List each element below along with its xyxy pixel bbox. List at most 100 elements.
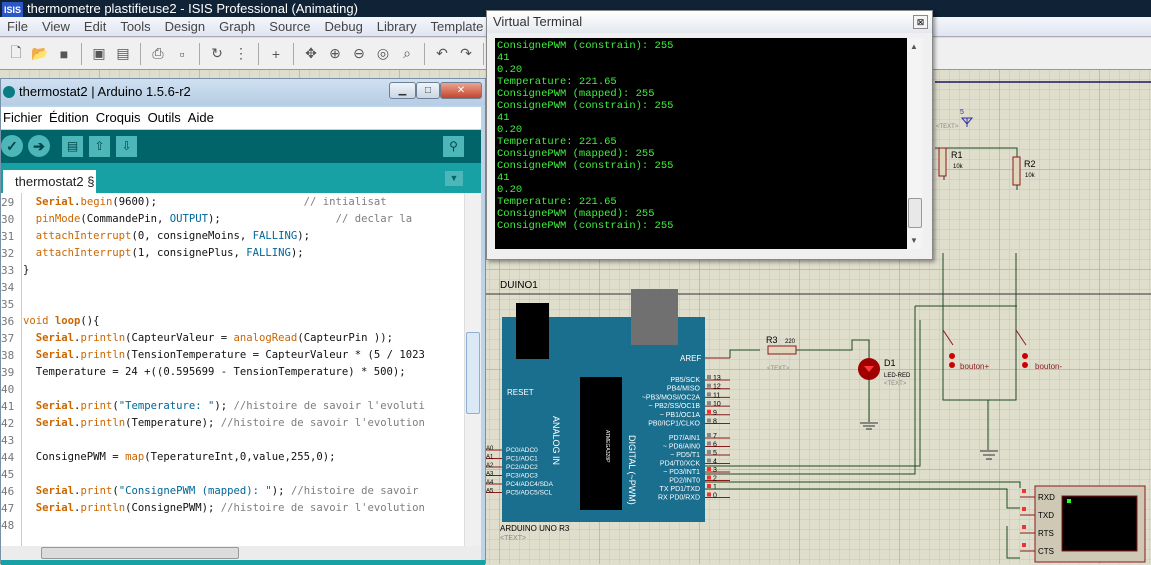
terminal-close-button[interactable]: ⊠: [913, 15, 928, 29]
close-button[interactable]: ✕: [440, 82, 482, 99]
zoom-out-icon[interactable]: ⊖: [349, 44, 369, 64]
import-icon[interactable]: ▣: [89, 44, 109, 64]
code-token: "ConsignePWM (mapped): ": [118, 485, 272, 497]
menu-item-view[interactable]: View: [35, 17, 77, 36]
verify-button[interactable]: ✓: [1, 135, 23, 157]
button-plus-label: bouton+: [960, 362, 989, 371]
print-icon[interactable]: ⎙: [148, 44, 168, 64]
code-token: Serial: [35, 502, 75, 514]
arduino-title-bar[interactable]: thermostat2 | Arduino 1.5.6-r2 ▁ □ ✕: [1, 79, 485, 105]
open-sketch-button[interactable]: ⇧: [89, 136, 110, 157]
code-token: print: [80, 400, 113, 412]
save-sketch-button[interactable]: ⇩: [116, 136, 137, 157]
menu-item-graph[interactable]: Graph: [212, 17, 262, 36]
digital-pin-number: 8: [713, 419, 717, 426]
menu-item-tools[interactable]: Tools: [113, 17, 157, 36]
virtual-terminal-window: Virtual Terminal ⊠ ConsignePWM (constrai…: [486, 10, 933, 260]
arduino-menu-item[interactable]: Édition: [49, 107, 94, 129]
undo-icon[interactable]: ↶: [432, 44, 452, 64]
arduino-menu-item[interactable]: Fichier: [3, 107, 47, 129]
digital-pin-number: 2: [713, 476, 717, 483]
arduino-menu-item[interactable]: Croquis: [96, 107, 146, 129]
menu-item-library[interactable]: Library: [370, 17, 424, 36]
redo-icon[interactable]: ↷: [456, 44, 476, 64]
terminal-title[interactable]: Virtual Terminal: [487, 11, 932, 33]
arduino-menu-item[interactable]: Outils: [148, 107, 186, 129]
upload-button[interactable]: ➔: [28, 135, 50, 157]
code-token: (TensionTemperature = CapteurValeur * (5…: [125, 349, 425, 361]
zoom-all-icon[interactable]: ◎: [373, 44, 393, 64]
refresh-icon[interactable]: ↻: [207, 44, 227, 64]
toolbar-separator: [424, 42, 425, 65]
arduino-ide-window: thermostat2 | Arduino 1.5.6-r2 ▁ □ ✕ Fic…: [0, 78, 486, 565]
digital-pin-number: 12: [713, 384, 721, 391]
area-icon[interactable]: ▫: [172, 44, 192, 64]
r2-value: 10k: [1025, 173, 1036, 179]
code-line: Serial.println(ConsignePWM); //histoire …: [23, 502, 425, 514]
pin-state-indicator: [707, 492, 711, 497]
terminal-line: Temperature: 221.65: [497, 196, 617, 208]
digital-pin-number: 7: [713, 433, 717, 440]
digital-label: DIGITAL (~PWM): [627, 435, 637, 505]
scroll-thumb[interactable]: [466, 332, 480, 414]
tab-menu-dropdown-icon[interactable]: ▼: [445, 171, 463, 186]
code-token: // intialisat: [303, 196, 387, 208]
terminal-scrollbar[interactable]: ▲ ▼: [907, 38, 923, 249]
grid-icon[interactable]: ⋮: [231, 44, 251, 64]
code-token: "Temperature: ": [118, 400, 215, 412]
new-icon[interactable]: 🗋: [6, 44, 26, 64]
terminal-line: ConsignePWM (mapped): 255: [497, 148, 655, 160]
menu-item-file[interactable]: File: [0, 17, 35, 36]
code-editor[interactable]: 29 30 31 32 33 34 35 36 37 38 39 40 41 42 43 44 45 46 47 48…: [1, 193, 481, 546]
scroll-up-icon[interactable]: ▲: [910, 42, 918, 51]
virtual-terminal-component[interactable]: RXD TXD RTS CTS: [1020, 485, 1146, 563]
menu-item-debug[interactable]: Debug: [317, 17, 369, 36]
hscroll-thumb[interactable]: [41, 547, 239, 559]
terminal-output[interactable]: ConsignePWM (constrain): 255 41 0.20 Temper…: [495, 38, 907, 249]
code-line: Serial.print("Temperature: "); //histoir…: [23, 400, 425, 412]
terminal-line: ConsignePWM (constrain): 255: [497, 40, 674, 52]
terminal-line: 41: [497, 172, 510, 184]
aref-pin-label: AREF: [680, 354, 701, 363]
analog-pin-label: PC4/ADC4/SDA: [506, 481, 554, 488]
code-token: Serial: [35, 417, 75, 429]
line-number: 36: [1, 315, 15, 328]
minimize-button[interactable]: ▁: [389, 82, 416, 99]
zoom-area-icon[interactable]: ⌕: [397, 44, 417, 64]
analog-pin-number: A4: [486, 480, 494, 486]
scroll-down-icon[interactable]: ▼: [910, 236, 918, 245]
svg-text:ATMEGA328P: ATMEGA328P: [604, 430, 610, 463]
analog-pin-label: PC1/ADC1: [506, 456, 538, 463]
zoom-in-icon[interactable]: ⊕: [325, 44, 345, 64]
menu-item-edit[interactable]: Edit: [77, 17, 113, 36]
editor-horizontal-scrollbar[interactable]: [1, 546, 481, 560]
code-token: );: [208, 213, 336, 225]
digital-pin-label: ~ PB2/SS/OC1B: [648, 403, 700, 410]
pan-icon[interactable]: ✥: [301, 44, 321, 64]
code-line: attachInterrupt(0, consigneMoins, FALLIN…: [23, 230, 310, 242]
code-token: FALLING: [252, 230, 298, 242]
menu-item-source[interactable]: Source: [262, 17, 317, 36]
menu-item-template[interactable]: Template: [424, 17, 491, 36]
line-number-gutter: 29 30 31 32 33 34 35 36 37 38 39 40 41 42 43 44 45 46 47 48: [1, 193, 22, 546]
serial-monitor-button[interactable]: ⚲: [443, 136, 464, 157]
line-number: 41: [1, 400, 15, 413]
export-icon[interactable]: ▤: [113, 44, 133, 64]
origin-icon[interactable]: +: [266, 44, 286, 64]
code-token: FALLING: [246, 247, 291, 259]
code-token: );: [297, 230, 311, 242]
save-icon[interactable]: ■: [54, 44, 74, 64]
menu-item-design[interactable]: Design: [158, 17, 212, 36]
code-token: println: [80, 502, 126, 514]
open-icon[interactable]: 📂: [30, 44, 50, 64]
code-token: );: [214, 400, 234, 412]
tab-thermostat2[interactable]: thermostat2 §: [3, 170, 96, 193]
editor-vertical-scrollbar[interactable]: [464, 193, 481, 546]
code-token: (0, consigneMoins,: [131, 230, 253, 242]
maximize-button[interactable]: □: [416, 82, 440, 99]
terminal-scroll-thumb[interactable]: [908, 198, 922, 228]
arduino-menu-item[interactable]: Aide: [188, 107, 219, 129]
new-sketch-button[interactable]: ▤: [62, 136, 83, 157]
digital-pin-number: 5: [713, 450, 717, 457]
